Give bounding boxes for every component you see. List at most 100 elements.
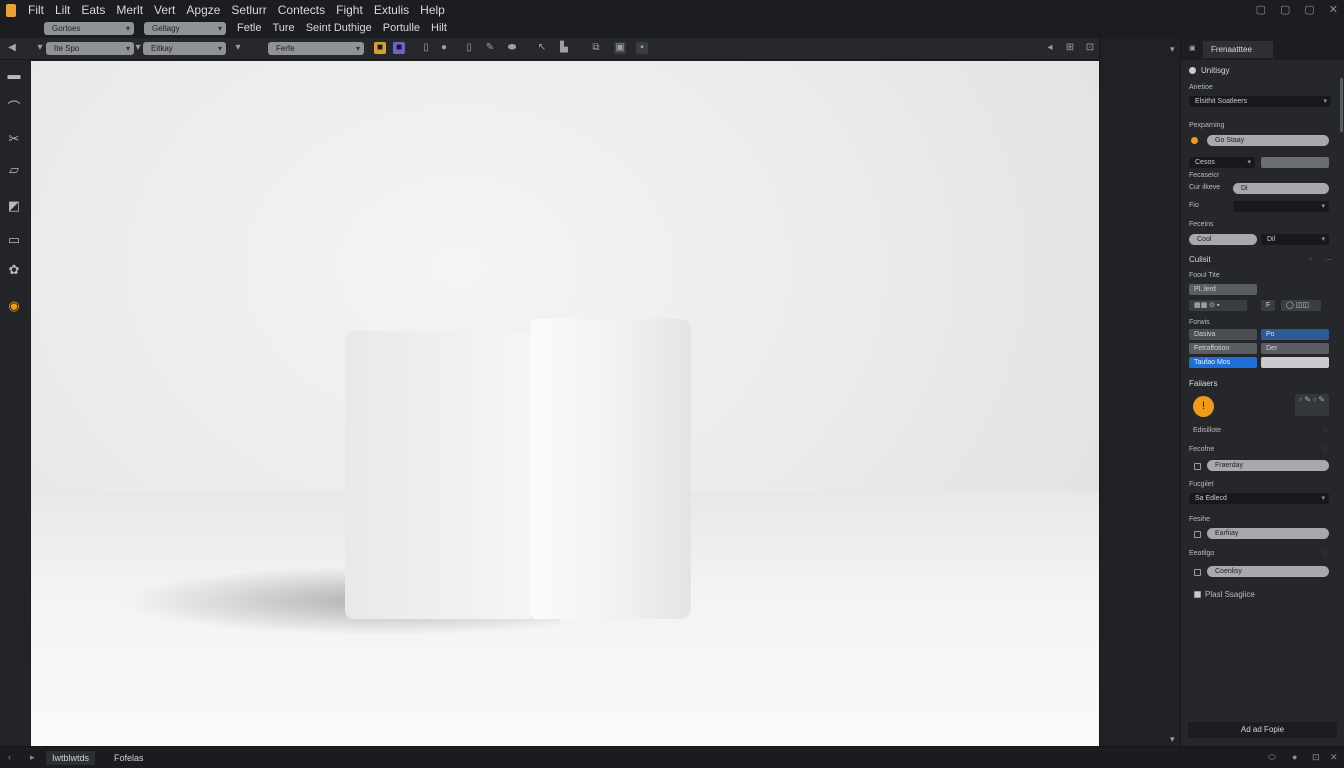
status-record-icon[interactable]: ● <box>1292 752 1297 762</box>
object-tool-icon[interactable]: ▬ <box>5 67 23 83</box>
shader-dropdown[interactable]: Elsithit Soatleers <box>1189 96 1331 107</box>
frame-icon[interactable]: ▣ <box>614 42 626 54</box>
restore-icon[interactable]: ▢ <box>1280 3 1290 16</box>
menu-apgze[interactable]: Apgze <box>186 3 220 17</box>
menu-select-gortoes[interactable]: Gortoes <box>44 22 134 35</box>
grid-icon[interactable]: ⊞ <box>1064 42 1076 54</box>
info-icon[interactable]: ◌ <box>1323 446 1327 453</box>
section-copy-icon[interactable]: ▫ <box>1309 256 1311 263</box>
color-swatch-icon[interactable]: ■ <box>374 42 386 54</box>
shape-tool-icon[interactable]: ▱ <box>5 162 23 178</box>
eeatilgo-checkbox[interactable] <box>1194 569 1201 576</box>
menu-extulis[interactable]: Extulis <box>374 3 409 17</box>
info-icon[interactable]: ◌ <box>1323 427 1327 434</box>
mode-select[interactable]: Ferfe <box>268 42 364 55</box>
color-dot-icon[interactable] <box>1191 137 1198 144</box>
pen-tool-icon[interactable]: ✎ <box>484 42 496 54</box>
der-field[interactable]: Der <box>1261 343 1329 354</box>
tile-options-field[interactable]: ▦▦ ⊙ ▪ <box>1189 300 1247 311</box>
panel-menu-icon[interactable]: ▣ <box>1189 44 1196 52</box>
menu-seint-duthige[interactable]: Seint Duthige <box>306 22 372 34</box>
circle-tool-icon[interactable]: ● <box>438 42 450 54</box>
status-view-icon[interactable]: ⊡ <box>1312 752 1320 763</box>
strip-dropdown-icon[interactable]: ▾ <box>1170 44 1175 55</box>
menu-select-geltagy[interactable]: Geltagy <box>144 22 226 35</box>
menu-setlurr[interactable]: Setlurr <box>231 3 266 17</box>
roughness-field[interactable]: Di <box>1233 183 1329 194</box>
render-tool-icon[interactable]: ◉ <box>5 298 23 314</box>
menu-vert[interactable]: Vert <box>154 3 175 17</box>
sculpt-tool-icon[interactable]: ◩ <box>5 198 23 214</box>
add-property-button[interactable]: Ad ad Fopie <box>1188 722 1337 738</box>
minimize-icon[interactable]: ▢ <box>1256 3 1266 16</box>
fesihe-checkbox[interactable] <box>1194 531 1201 538</box>
info-icon[interactable]: ◌ <box>1323 550 1327 557</box>
material-swatch-icon[interactable]: ■ <box>393 42 405 54</box>
pl-lerd-dropdown[interactable]: Pl..lerd <box>1189 284 1257 295</box>
texture-tool-icon[interactable]: ✿ <box>5 262 23 278</box>
collapse-toolbar-icon[interactable]: ‹ <box>5 40 23 56</box>
fetraffotion-field[interactable]: Fetraffotion <box>1189 343 1257 354</box>
dil-dropdown[interactable]: Dil <box>1261 234 1329 245</box>
rectangle-tool-icon[interactable]: ▯ <box>420 42 432 54</box>
menu-edit[interactable]: Lilt <box>55 3 70 17</box>
earfiiay-field[interactable]: Earfiiay <box>1207 528 1329 539</box>
cut-tool-icon[interactable]: ✂ <box>5 131 23 147</box>
swatch-tools[interactable]: ▫ ✎ ▫ ✎ <box>1295 394 1329 416</box>
menu-fetle[interactable]: Fetle <box>237 22 261 34</box>
tab-properties[interactable]: Frenaatttee <box>1203 41 1273 58</box>
bucket-icon[interactable]: ▙ <box>558 42 570 54</box>
fecofne-checkbox[interactable] <box>1194 463 1201 470</box>
fio-dropdown[interactable] <box>1233 201 1329 212</box>
square-icon[interactable]: ▪ <box>636 42 648 54</box>
curve-tool-icon[interactable]: ⌒ <box>5 100 23 116</box>
base-color-field[interactable]: Go Staay <box>1207 135 1329 146</box>
coenlisy-field[interactable]: Coenlisy <box>1207 566 1329 577</box>
menu-contects[interactable]: Contects <box>278 3 325 17</box>
status-tab[interactable]: Fofelas <box>108 751 150 765</box>
panel-scrollbar[interactable] <box>1340 78 1343 132</box>
status-back-icon[interactable]: ‹ <box>8 752 11 762</box>
dasiva-field[interactable]: Dasiva <box>1189 329 1257 340</box>
menu-merlt[interactable]: Merlt <box>116 3 143 17</box>
dropdown-arrow-icon[interactable]: ▾ <box>34 42 46 54</box>
cool-field[interactable]: Cool <box>1189 234 1257 245</box>
tile-toggle-field[interactable]: ◯ ◫◫ <box>1281 300 1321 311</box>
select-arrow-icon[interactable]: ↖ <box>536 42 548 54</box>
white-cube-object[interactable] <box>345 319 691 619</box>
status-dropdown-icon[interactable]: ▸ <box>30 752 35 763</box>
status-close-icon[interactable]: ✕ <box>1330 752 1338 763</box>
back-icon[interactable]: ◂ <box>1044 42 1056 54</box>
strip-scroll-icon[interactable]: ▾ <box>1170 734 1175 745</box>
sa-edlecd-dropdown[interactable]: Sa Edlecd <box>1189 493 1329 504</box>
tile-f-field[interactable]: F <box>1261 300 1275 311</box>
menu-eats[interactable]: Eats <box>81 3 105 17</box>
eraser-icon[interactable]: ⬬ <box>506 42 518 54</box>
style-select[interactable]: Eitkay <box>143 42 226 55</box>
tool-preset-select[interactable]: Ite Spo <box>46 42 134 55</box>
menu-hilt[interactable]: Hilt <box>431 22 447 34</box>
taufao-value-field[interactable] <box>1261 357 1329 368</box>
mode-dropdown[interactable]: Cesos <box>1189 157 1255 168</box>
document-icon[interactable]: ▯ <box>463 42 475 54</box>
status-toggle-icon[interactable]: ⬭ <box>1268 752 1276 763</box>
frame-view-icon[interactable]: ⊡ <box>1084 42 1096 54</box>
panel-tool-icon[interactable]: ▭ <box>5 232 23 248</box>
warning-swatch-icon[interactable]: ! <box>1193 396 1214 417</box>
menu-help[interactable]: Help <box>420 3 445 17</box>
mode-value-field[interactable] <box>1261 157 1329 168</box>
taufao-mos-button[interactable]: Taufao Mos <box>1189 357 1257 368</box>
fraerday-field[interactable]: Fraerday <box>1207 460 1329 471</box>
dropdown-arrow-icon[interactable]: ▾ <box>232 42 244 54</box>
menu-file[interactable]: Filt <box>28 3 44 17</box>
plasl-checkbox[interactable] <box>1194 591 1201 598</box>
close-icon[interactable]: ✕ <box>1329 3 1338 16</box>
menu-ture[interactable]: Ture <box>272 22 294 34</box>
layers-icon[interactable]: ⧉ <box>590 42 602 54</box>
section-more-icon[interactable]: ⋯ <box>1325 256 1332 264</box>
po-field[interactable]: Po <box>1261 329 1329 340</box>
3d-viewport[interactable] <box>31 61 1099 746</box>
menu-fight[interactable]: Fight <box>336 3 363 17</box>
menu-portulle[interactable]: Portulle <box>383 22 420 34</box>
maximize-icon[interactable]: ▢ <box>1304 3 1314 16</box>
